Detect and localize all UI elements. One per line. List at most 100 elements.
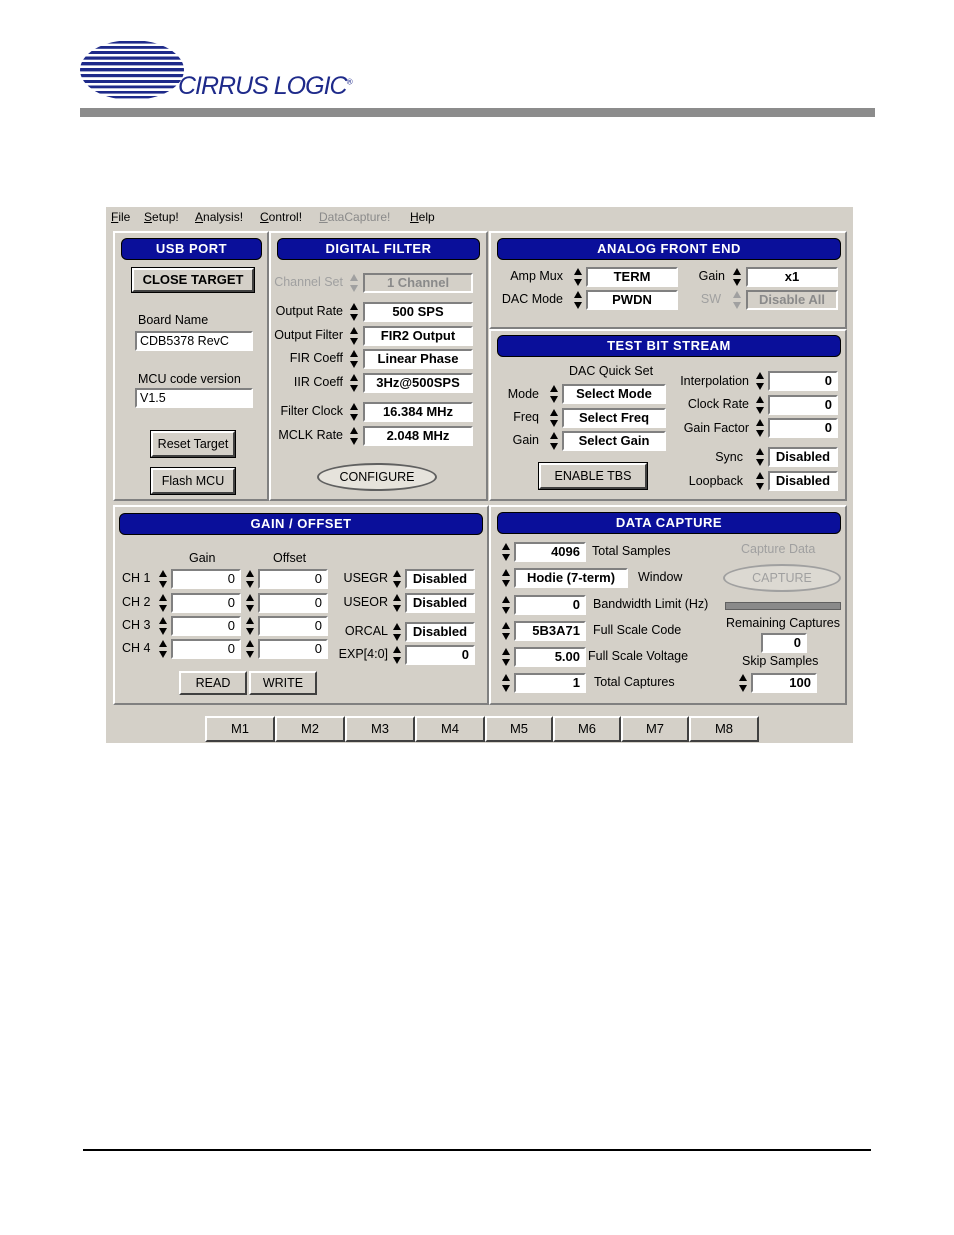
tbs-mode-field[interactable]: Select Mode <box>562 384 666 404</box>
total-samples-spinner[interactable] <box>501 542 512 562</box>
board-name-field[interactable]: CDB5378 RevC <box>135 331 253 351</box>
gain-offset-panel: GAIN / OFFSET Gain Offset CH 1 0 0 CH 2 … <box>113 505 489 705</box>
total-samples-field[interactable]: 4096 <box>514 542 586 562</box>
output-filter-spinner[interactable] <box>349 326 360 346</box>
ch1-gain-spinner[interactable] <box>158 569 169 589</box>
close-target-button[interactable]: CLOSE TARGET <box>131 267 255 293</box>
ch3-offset-field[interactable]: 0 <box>258 616 328 636</box>
gain-factor-field[interactable]: 0 <box>768 418 838 438</box>
dac-mode-field[interactable]: PWDN <box>586 290 678 310</box>
tab-m3[interactable]: M3 <box>345 716 415 742</box>
exp-field[interactable]: 0 <box>405 645 475 665</box>
channel-set-spinner <box>349 273 360 293</box>
output-rate-field[interactable]: 500 SPS <box>363 302 473 322</box>
ch3-offset-spinner[interactable] <box>245 616 256 636</box>
amp-mux-spinner[interactable] <box>573 267 584 287</box>
clock-rate-field[interactable]: 0 <box>768 395 838 415</box>
reset-target-button[interactable]: Reset Target <box>150 430 236 458</box>
ch4-gain-field[interactable]: 0 <box>171 639 241 659</box>
iir-coeff-spinner[interactable] <box>349 373 360 393</box>
fir-coeff-field[interactable]: Linear Phase <box>363 349 473 369</box>
tab-m7[interactable]: M7 <box>621 716 689 742</box>
bandwidth-spinner[interactable] <box>501 595 512 615</box>
mclk-rate-field[interactable]: 2.048 MHz <box>363 426 473 446</box>
exp-spinner[interactable] <box>392 645 403 665</box>
ch3-gain-spinner[interactable] <box>158 616 169 636</box>
write-button[interactable]: WRITE <box>249 671 317 695</box>
clock-rate-spinner[interactable] <box>755 395 766 415</box>
read-button[interactable]: READ <box>179 671 247 695</box>
ch4-offset-field[interactable]: 0 <box>258 639 328 659</box>
enable-tbs-button[interactable]: ENABLE TBS <box>538 462 648 490</box>
total-captures-field[interactable]: 1 <box>514 673 586 693</box>
afe-gain-field[interactable]: x1 <box>746 267 838 287</box>
gain-factor-label: Gain Factor <box>683 421 749 435</box>
ch1-offset-field[interactable]: 0 <box>258 569 328 589</box>
menu-setup[interactable]: Setup! <box>144 210 179 224</box>
ch4-gain-spinner[interactable] <box>158 639 169 659</box>
ch3-gain-field[interactable]: 0 <box>171 616 241 636</box>
ch4-offset-spinner[interactable] <box>245 639 256 659</box>
gain-factor-spinner[interactable] <box>755 418 766 438</box>
full-scale-voltage-spinner[interactable] <box>501 647 512 667</box>
useor-spinner[interactable] <box>392 593 403 613</box>
iir-coeff-field[interactable]: 3Hz@500SPS <box>363 373 473 393</box>
interpolation-field[interactable]: 0 <box>768 371 838 391</box>
ch1-gain-field[interactable]: 0 <box>171 569 241 589</box>
full-scale-code-spinner[interactable] <box>501 621 512 641</box>
skip-samples-spinner[interactable] <box>738 673 749 693</box>
orcal-spinner[interactable] <box>392 622 403 642</box>
tab-m1[interactable]: M1 <box>205 716 275 742</box>
sync-field[interactable]: Disabled <box>768 447 838 467</box>
mclk-rate-spinner[interactable] <box>349 426 360 446</box>
menu-help[interactable]: Help <box>410 210 435 224</box>
orcal-field[interactable]: Disabled <box>405 622 475 642</box>
tab-m6[interactable]: M6 <box>553 716 621 742</box>
usb-port-panel: USB PORT CLOSE TARGET Board Name CDB5378… <box>113 231 269 501</box>
dac-mode-spinner[interactable] <box>573 290 584 310</box>
ch1-offset-spinner[interactable] <box>245 569 256 589</box>
sync-spinner[interactable] <box>755 447 766 467</box>
amp-mux-field[interactable]: TERM <box>586 267 678 287</box>
skip-samples-field[interactable]: 100 <box>751 673 817 693</box>
bandwidth-field[interactable]: 0 <box>514 595 586 615</box>
tab-m2[interactable]: M2 <box>275 716 345 742</box>
tbs-gain-spinner[interactable] <box>549 431 560 451</box>
tab-m4[interactable]: M4 <box>415 716 485 742</box>
ch2-offset-field[interactable]: 0 <box>258 593 328 613</box>
tbs-gain-field[interactable]: Select Gain <box>562 431 666 451</box>
full-scale-code-field[interactable]: 5B3A71 <box>514 621 586 641</box>
tbs-freq-field[interactable]: Select Freq <box>562 408 666 428</box>
menu-analysis[interactable]: Analysis! <box>195 210 243 224</box>
window-field[interactable]: Hodie (7-term) <box>514 568 628 588</box>
ch2-offset-spinner[interactable] <box>245 593 256 613</box>
usegr-spinner[interactable] <box>392 569 403 589</box>
tab-m8[interactable]: M8 <box>689 716 759 742</box>
filter-clock-spinner[interactable] <box>349 402 360 422</box>
useor-field[interactable]: Disabled <box>405 593 475 613</box>
ch2-gain-field[interactable]: 0 <box>171 593 241 613</box>
afe-gain-spinner[interactable] <box>732 267 743 287</box>
mcu-version-field[interactable]: V1.5 <box>135 388 253 408</box>
configure-button[interactable]: CONFIGURE <box>317 463 437 491</box>
capture-button: CAPTURE <box>723 564 841 592</box>
output-rate-spinner[interactable] <box>349 302 360 322</box>
window-spinner[interactable] <box>501 568 512 588</box>
loopback-spinner[interactable] <box>755 471 766 491</box>
total-captures-spinner[interactable] <box>501 673 512 693</box>
interpolation-spinner[interactable] <box>755 371 766 391</box>
filter-clock-field[interactable]: 16.384 MHz <box>363 402 473 422</box>
output-filter-field[interactable]: FIR2 Output <box>363 326 473 346</box>
analog-front-end-title: ANALOG FRONT END <box>497 238 841 260</box>
flash-mcu-button[interactable]: Flash MCU <box>150 467 236 495</box>
usegr-field[interactable]: Disabled <box>405 569 475 589</box>
menu-file[interactable]: File <box>111 210 130 224</box>
menu-control[interactable]: Control! <box>260 210 302 224</box>
ch2-gain-spinner[interactable] <box>158 593 169 613</box>
fir-coeff-spinner[interactable] <box>349 349 360 369</box>
full-scale-voltage-field[interactable]: 5.00 <box>514 647 586 667</box>
tbs-mode-spinner[interactable] <box>549 384 560 404</box>
tab-m5[interactable]: M5 <box>485 716 553 742</box>
tbs-freq-spinner[interactable] <box>549 408 560 428</box>
loopback-field[interactable]: Disabled <box>768 471 838 491</box>
